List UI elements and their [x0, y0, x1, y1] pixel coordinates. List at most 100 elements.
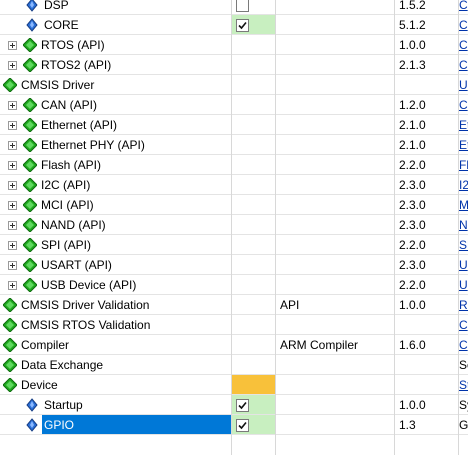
variant-cell[interactable] — [276, 0, 394, 15]
checkbox-unchecked[interactable] — [236, 0, 249, 12]
selection-cell[interactable] — [232, 95, 275, 115]
variant-cell[interactable] — [276, 35, 394, 55]
selection-cell[interactable] — [232, 355, 275, 375]
variant-cell[interactable] — [276, 215, 394, 235]
component-name-cell[interactable]: Ethernet PHY (API) — [0, 135, 231, 155]
selection-cell[interactable] — [232, 315, 275, 335]
description-link[interactable]: I2 — [459, 178, 468, 192]
component-name-cell[interactable]: NAND (API) — [0, 215, 231, 235]
description-link[interactable]: St — [459, 378, 468, 392]
description-link[interactable]: C — [459, 98, 468, 112]
variant-cell[interactable] — [276, 135, 394, 155]
selection-cell[interactable] — [232, 215, 275, 235]
description-link[interactable]: U — [459, 78, 468, 92]
description-cell[interactable]: U — [459, 275, 468, 295]
component-name-cell[interactable]: CMSIS RTOS Validation — [0, 315, 231, 335]
tree-row-dsp[interactable]: DSP 1.5.2 C — [0, 0, 468, 15]
variant-cell[interactable] — [276, 415, 394, 435]
selection-cell[interactable] — [232, 255, 275, 275]
tree-row-ethernet-api[interactable]: Ethernet (API) 2.1.0 Et — [0, 115, 468, 135]
expand-plus-icon[interactable] — [8, 141, 17, 150]
selection-cell[interactable] — [232, 135, 275, 155]
expand-plus-icon[interactable] — [8, 281, 17, 290]
tree-row-mci-api[interactable]: MCI (API) 2.3.0 M — [0, 195, 468, 215]
variant-cell[interactable] — [276, 235, 394, 255]
component-name-cell[interactable]: Compiler — [0, 335, 231, 355]
expand-plus-icon[interactable] — [8, 201, 17, 210]
variant-cell[interactable] — [276, 395, 394, 415]
description-cell[interactable]: C — [459, 0, 468, 15]
selection-cell[interactable] — [232, 0, 275, 15]
component-name-cell[interactable]: Ethernet (API) — [0, 115, 231, 135]
tree-row-cmsis-driver-validation[interactable]: CMSIS Driver Validation API 1.0.0 Re — [0, 295, 468, 315]
component-name-cell[interactable]: CMSIS Driver — [0, 75, 231, 95]
description-link[interactable]: Et — [459, 138, 468, 152]
tree-row-usb-device-api[interactable]: USB Device (API) 2.2.0 U — [0, 275, 468, 295]
variant-cell[interactable] — [276, 55, 394, 75]
description-link[interactable]: SP — [459, 238, 468, 252]
description-cell[interactable]: C — [459, 335, 468, 355]
description-link[interactable]: N — [459, 218, 468, 232]
tree-row-device[interactable]: Device St — [0, 375, 468, 395]
description-link[interactable]: M — [459, 198, 468, 212]
description-link[interactable]: Et — [459, 118, 468, 132]
component-name-cell[interactable]: USART (API) — [0, 255, 231, 275]
tree-row-compiler[interactable]: Compiler ARM Compiler 1.6.0 C — [0, 335, 468, 355]
component-name-cell[interactable]: Data Exchange — [0, 355, 231, 375]
expand-plus-icon[interactable] — [8, 161, 17, 170]
selection-cell[interactable] — [232, 35, 275, 55]
component-name-cell[interactable]: CAN (API) — [0, 95, 231, 115]
tree-row-ethernet-phy-api[interactable]: Ethernet PHY (API) 2.1.0 Et — [0, 135, 468, 155]
description-cell[interactable]: U — [459, 75, 468, 95]
tree-row-can-api[interactable]: CAN (API) 1.2.0 C — [0, 95, 468, 115]
expand-plus-icon[interactable] — [8, 181, 17, 190]
description-cell[interactable]: SP — [459, 235, 468, 255]
tree-row-flash-api[interactable]: Flash (API) 2.2.0 Fl — [0, 155, 468, 175]
description-cell[interactable]: Re — [459, 295, 468, 315]
description-link[interactable]: C — [459, 18, 468, 32]
tree-row-gpio[interactable]: GPIO 1.3 G — [0, 415, 468, 435]
component-name-cell[interactable]: RTOS2 (API) — [0, 55, 231, 75]
component-name-cell[interactable]: MCI (API) — [0, 195, 231, 215]
expand-plus-icon[interactable] — [8, 61, 17, 70]
selection-cell[interactable] — [232, 235, 275, 255]
description-cell[interactable]: N — [459, 215, 468, 235]
description-link[interactable]: U — [459, 278, 468, 292]
variant-cell[interactable] — [276, 115, 394, 135]
variant-cell[interactable] — [276, 175, 394, 195]
description-cell[interactable]: C — [459, 95, 468, 115]
selection-cell[interactable] — [232, 295, 275, 315]
expand-plus-icon[interactable] — [8, 261, 17, 270]
description-cell[interactable]: Et — [459, 115, 468, 135]
variant-cell[interactable]: ARM Compiler — [276, 335, 394, 355]
selection-cell[interactable] — [232, 375, 275, 395]
description-link[interactable]: C — [459, 0, 468, 12]
description-link[interactable]: Re — [459, 298, 468, 312]
component-name-cell[interactable]: DSP — [0, 0, 231, 15]
tree-row-rtos-api[interactable]: RTOS (API) 1.0.0 C — [0, 35, 468, 55]
description-link[interactable]: C — [459, 58, 468, 72]
expand-plus-icon[interactable] — [8, 41, 17, 50]
expand-plus-icon[interactable] — [8, 221, 17, 230]
component-name-cell[interactable]: RTOS (API) — [0, 35, 231, 55]
description-cell[interactable]: C — [459, 15, 468, 35]
tree-row-nand-api[interactable]: NAND (API) 2.3.0 N — [0, 215, 468, 235]
expand-plus-icon[interactable] — [8, 101, 17, 110]
component-name-cell[interactable]: SPI (API) — [0, 235, 231, 255]
expand-plus-icon[interactable] — [8, 121, 17, 130]
variant-cell[interactable]: API — [276, 295, 394, 315]
component-name-cell[interactable]: Flash (API) — [0, 155, 231, 175]
variant-cell[interactable] — [276, 375, 394, 395]
description-cell[interactable]: Et — [459, 135, 468, 155]
description-cell[interactable]: I2 — [459, 175, 468, 195]
description-link[interactable]: C — [459, 318, 468, 332]
description-link[interactable]: C — [459, 338, 468, 352]
tree-row-startup[interactable]: Startup 1.0.0 Sy — [0, 395, 468, 415]
variant-cell[interactable] — [276, 15, 394, 35]
component-name-cell[interactable]: Device — [0, 375, 231, 395]
description-cell[interactable]: C — [459, 35, 468, 55]
variant-cell[interactable] — [276, 155, 394, 175]
description-cell[interactable]: Fl — [459, 155, 468, 175]
selection-cell[interactable] — [232, 155, 275, 175]
variant-cell[interactable] — [276, 355, 394, 375]
